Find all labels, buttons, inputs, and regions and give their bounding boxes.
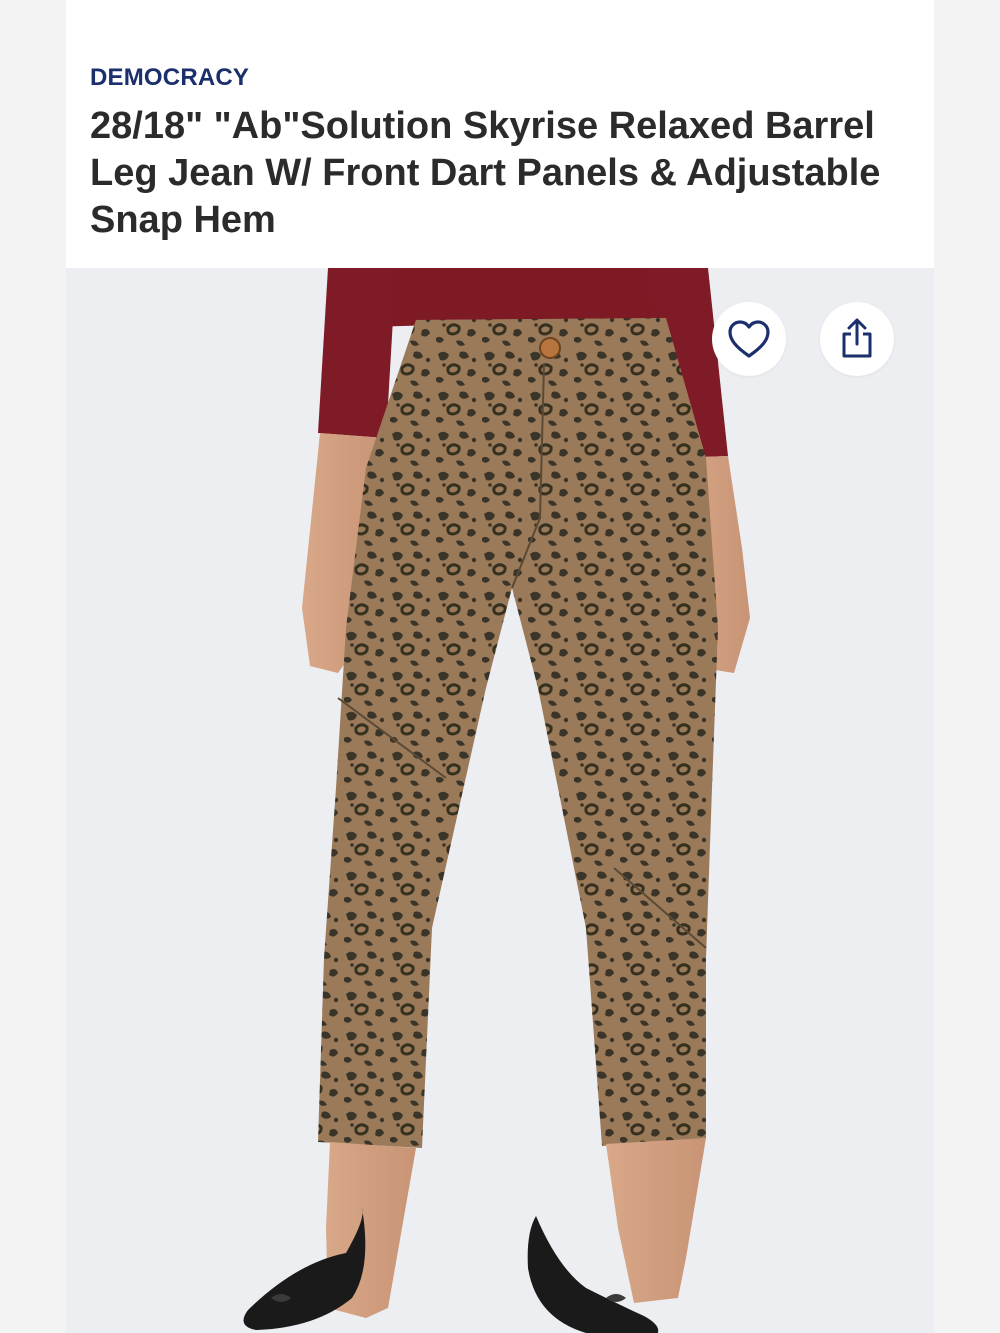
share-icon: [839, 318, 875, 360]
product-image[interactable]: [66, 268, 934, 1333]
share-button[interactable]: [820, 302, 894, 376]
product-title: 28/18" "Ab"Solution Skyrise Relaxed Barr…: [90, 105, 881, 241]
model-photo: [243, 268, 750, 1333]
product-header: DEMOCRACY 28/18" "Ab"Solution Skyrise Re…: [66, 0, 934, 268]
brand-name[interactable]: DEMOCRACY: [90, 64, 249, 92]
product-page: DEMOCRACY 28/18" "Ab"Solution Skyrise Re…: [0, 0, 1000, 1333]
favorite-button[interactable]: [712, 302, 786, 376]
heart-icon: [726, 318, 772, 360]
